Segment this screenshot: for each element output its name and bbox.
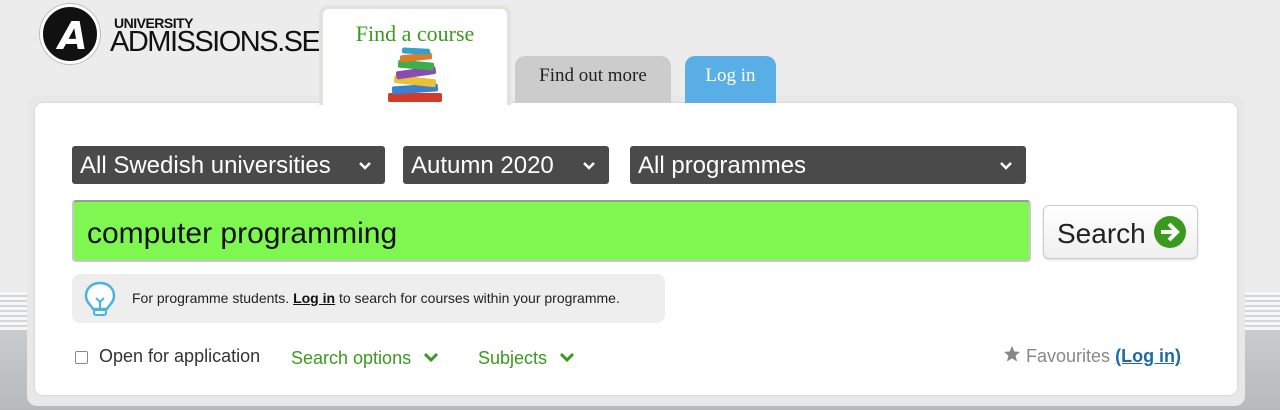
info-suffix: to search for courses within your progra…: [335, 290, 620, 306]
search-button[interactable]: Search: [1043, 205, 1198, 259]
favourites-login-link[interactable]: (Log in): [1115, 346, 1181, 366]
search-options-toggle[interactable]: Search options: [291, 348, 440, 369]
semester-select[interactable]: Autumn 2020: [403, 146, 609, 184]
favourites: Favourites (Log in): [1003, 345, 1181, 367]
tab-find-label: Find a course: [355, 21, 475, 46]
logo-letter: A: [58, 14, 88, 58]
favourites-label: Favourites: [1026, 346, 1111, 366]
logo-big-text: ADMISSIONS.SE: [110, 26, 321, 58]
books-icon: [388, 47, 442, 102]
lightbulb-icon: [84, 281, 116, 316]
info-login-link[interactable]: Log in: [293, 290, 335, 306]
subjects-toggle[interactable]: Subjects: [478, 348, 576, 369]
info-prefix: For programme students.: [132, 290, 294, 306]
tab-log-in[interactable]: Log in: [685, 56, 776, 103]
star-icon: [1003, 345, 1021, 362]
search-options-label: Search options: [291, 348, 412, 368]
semester-select-value: Autumn 2020: [411, 152, 554, 179]
chevron-down-icon: [583, 162, 595, 170]
tab-find-a-course[interactable]: Find a course: [319, 5, 511, 105]
tab-more-label: Find out more: [539, 65, 647, 86]
chevron-down-icon: [1000, 162, 1012, 170]
chevron-down-icon: [560, 352, 575, 363]
search-input-value: computer programming: [87, 217, 398, 250]
tab-find-out-more[interactable]: Find out more: [515, 56, 671, 103]
university-select[interactable]: All Swedish universities: [72, 146, 385, 184]
open-for-application-label[interactable]: Open for application: [99, 346, 260, 367]
search-button-label: Search: [1057, 218, 1146, 249]
site-logo[interactable]: A UNIVERSITY ADMISSIONS.SE: [40, 4, 321, 64]
subjects-label: Subjects: [478, 348, 548, 368]
programme-select[interactable]: All programmes: [630, 146, 1026, 184]
info-text: For programme students. Log in to search…: [132, 290, 620, 306]
open-for-application-checkbox[interactable]: [75, 351, 88, 364]
programme-select-value: All programmes: [638, 152, 807, 179]
logo-badge: A: [40, 4, 100, 64]
search-input[interactable]: computer programming: [72, 200, 1031, 262]
chevron-down-icon: [424, 352, 439, 363]
arrow-right-circle-icon: [1154, 216, 1186, 248]
chevron-down-icon: [359, 162, 371, 170]
tab-login-label: Log in: [705, 65, 756, 86]
university-select-value: All Swedish universities: [80, 152, 331, 179]
info-box: For programme students. Log in to search…: [72, 274, 665, 323]
